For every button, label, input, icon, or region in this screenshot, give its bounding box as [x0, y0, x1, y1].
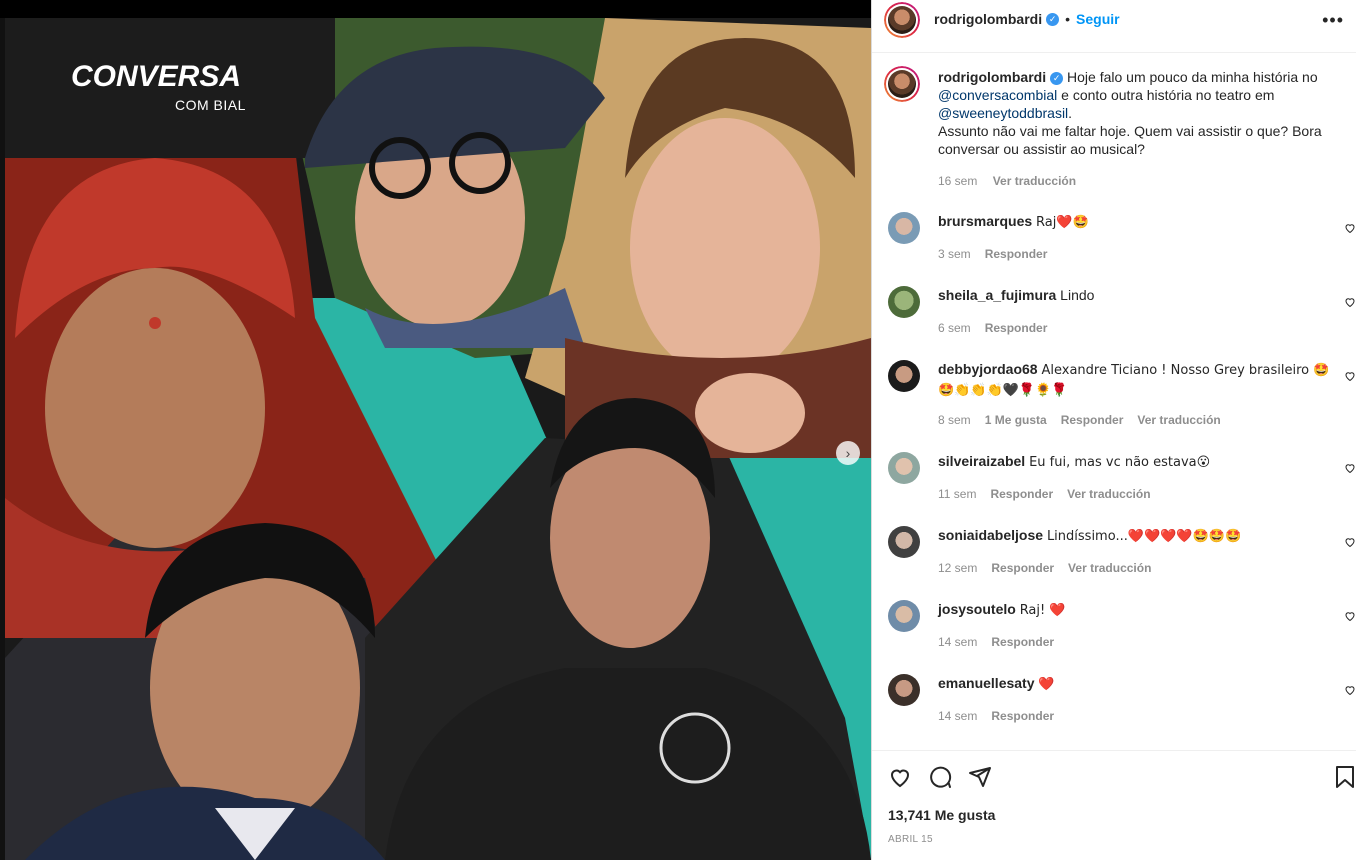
post-caption: rodrigolombardi ✓ Hoje falo um pouco da m…	[938, 68, 1338, 158]
caption-text-3: .	[1068, 105, 1073, 121]
comment-item: josysoutelo Raj! ❤️ 14 sem Responder	[888, 600, 1356, 660]
like-comment-icon[interactable]	[1344, 222, 1356, 234]
see-translation-link[interactable]: Ver traducción	[1137, 413, 1220, 427]
comment-time: 12 sem	[938, 561, 978, 575]
comment-time: 3 sem	[938, 247, 971, 261]
caption-text-4: Assunto não vai me faltar hoje. Quem vai…	[938, 123, 1322, 157]
commenter-avatar[interactable]	[888, 360, 920, 392]
like-heart-icon[interactable]	[888, 765, 912, 789]
see-translation-link[interactable]: Ver traducción	[993, 174, 1076, 188]
caption-avatar[interactable]	[884, 66, 920, 102]
author-avatar[interactable]	[884, 2, 920, 38]
comment-text: Lindo	[1060, 287, 1095, 303]
like-comment-icon[interactable]	[1344, 370, 1356, 382]
author-username[interactable]: rodrigolombardi	[934, 11, 1042, 27]
comment-username[interactable]: sheila_a_fujimura	[938, 287, 1056, 303]
comment-username[interactable]: emanuellesaty	[938, 675, 1035, 691]
post-sidebar: rodrigolombardi ✓ • Seguir ••• rodrigolomba…	[872, 0, 1356, 860]
collage-image: CONVERSA COM BIAL	[5, 18, 871, 860]
see-translation-link[interactable]: Ver traducción	[1067, 487, 1150, 501]
like-count[interactable]: 13,741 Me gusta	[888, 807, 995, 823]
comment-text: Raj❤️🤩	[1036, 215, 1089, 230]
comment-username[interactable]: soniaidabeljose	[938, 527, 1043, 543]
like-comment-icon[interactable]	[1344, 462, 1356, 474]
comment-username[interactable]: brursmarques	[938, 213, 1032, 229]
chevron-right-icon: ›	[845, 445, 851, 461]
comment-time: 8 sem	[938, 413, 971, 427]
comment-icon[interactable]	[928, 765, 952, 789]
verified-icon: ✓	[1046, 13, 1060, 27]
reply-button[interactable]: Responder	[991, 709, 1054, 723]
comment-item: emanuellesaty ❤️ 14 sem Responder	[888, 674, 1356, 734]
post-media[interactable]: CONVERSA COM BIAL ›	[0, 0, 871, 860]
reply-button[interactable]: Responder	[985, 321, 1048, 335]
commenter-avatar[interactable]	[888, 286, 920, 318]
comment-item: debbyjordao68 Alexandre Ticiano ! Nosso …	[888, 360, 1356, 434]
comment-time: 14 sem	[938, 709, 978, 723]
mention-link[interactable]: @sweeneytoddbrasil	[938, 105, 1068, 121]
comment-item: brursmarques Raj❤️🤩 3 sem Responder	[888, 212, 1356, 272]
verified-icon: ✓	[1050, 71, 1064, 85]
commenter-avatar[interactable]	[888, 452, 920, 484]
more-options-icon[interactable]: •••	[1322, 10, 1344, 31]
comment-username[interactable]: debbyjordao68	[938, 361, 1038, 377]
reply-button[interactable]: Responder	[985, 247, 1048, 261]
save-bookmark-icon[interactable]	[1334, 765, 1356, 789]
post-header: rodrigolombardi ✓ • Seguir •••	[872, 0, 1356, 53]
comment-username[interactable]: josysoutelo	[938, 601, 1016, 617]
commenter-avatar[interactable]	[888, 600, 920, 632]
caption-text-2: e conto outra história no teatro em	[1061, 87, 1275, 103]
comment-text: Lindíssimo...❤️❤️❤️❤️🤩🤩🤩	[1046, 529, 1242, 544]
dot-separator: •	[1065, 11, 1071, 27]
follow-button[interactable]: Seguir	[1076, 11, 1120, 27]
next-image-button[interactable]: ›	[836, 441, 860, 465]
comment-time: 14 sem	[938, 635, 978, 649]
reply-button[interactable]: Responder	[991, 635, 1054, 649]
like-comment-icon[interactable]	[1344, 684, 1356, 696]
like-comment-icon[interactable]	[1344, 296, 1356, 308]
post-date: ABRIL 15	[888, 834, 933, 845]
caption-meta: 16 sem Ver traducción	[938, 174, 1076, 188]
comment-text: Eu fui, mas vc não estava😮	[1029, 455, 1211, 470]
media-top-bar	[0, 0, 871, 18]
like-comment-icon[interactable]	[1344, 536, 1356, 548]
comment-item: soniaidabeljose Lindíssimo...❤️❤️❤️❤️🤩🤩🤩…	[888, 526, 1356, 586]
comment-item: sheila_a_fujimura Lindo 6 sem Responder	[888, 286, 1356, 346]
comment-text: ❤️	[1038, 677, 1055, 692]
people-illustration	[5, 38, 871, 860]
share-icon[interactable]	[968, 765, 992, 789]
mention-link[interactable]: @conversacombial	[938, 87, 1057, 103]
commenter-avatar[interactable]	[888, 212, 920, 244]
commenter-avatar[interactable]	[888, 674, 920, 706]
like-comment-icon[interactable]	[1344, 610, 1356, 622]
comment-time: 11 sem	[938, 487, 977, 501]
comment-likes[interactable]: 1 Me gusta	[985, 413, 1047, 427]
reply-button[interactable]: Responder	[990, 487, 1053, 501]
caption-time: 16 sem	[938, 174, 978, 188]
post-actions: 13,741 Me gusta ABRIL 15	[872, 750, 1356, 861]
see-translation-link[interactable]: Ver traducción	[1068, 561, 1151, 575]
reply-button[interactable]: Responder	[991, 561, 1054, 575]
reply-button[interactable]: Responder	[1061, 413, 1124, 427]
caption-username[interactable]: rodrigolombardi	[938, 69, 1046, 85]
comment-time: 6 sem	[938, 321, 971, 335]
comment-item: silveiraizabel Eu fui, mas vc não estava…	[888, 452, 1356, 512]
caption-text-1: Hoje falo um pouco da minha história no	[1067, 69, 1318, 85]
comment-username[interactable]: silveiraizabel	[938, 453, 1025, 469]
comment-text: Raj! ❤️	[1019, 603, 1066, 618]
commenter-avatar[interactable]	[888, 526, 920, 558]
